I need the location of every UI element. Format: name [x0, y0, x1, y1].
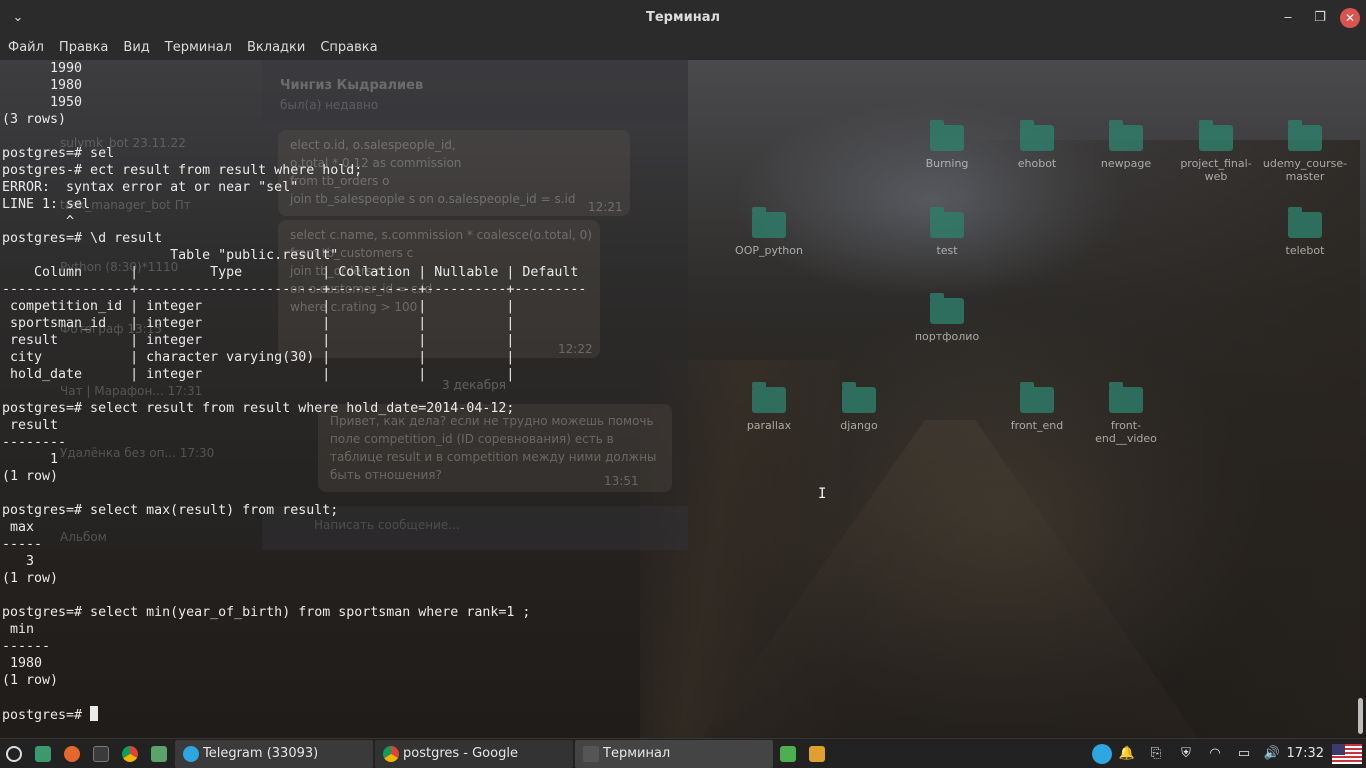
- terminal-line: ----------------+-----------------------…: [2, 282, 587, 297]
- terminal-line: postgres=# select max(result) from resul…: [2, 503, 339, 518]
- terminal-prompt-line[interactable]: postgres=#: [2, 706, 1354, 724]
- terminal-line: 1950: [2, 95, 83, 110]
- terminal-line: city | character varying(30) | | |: [2, 350, 515, 365]
- terminal-line: 3: [2, 554, 35, 569]
- chrome-launcher-icon[interactable]: [122, 746, 138, 762]
- terminal-line: competition_id | integer | | |: [2, 299, 515, 314]
- taskbar: Telegram (33093) postgres - Google Chrom…: [0, 738, 1366, 768]
- terminal-line: (1 row): [2, 571, 59, 586]
- terminal-line: ^: [2, 214, 75, 229]
- minimize-icon[interactable]: ‒: [1278, 8, 1298, 28]
- terminal-line: Column | Type | Collation | Nullable | D…: [2, 265, 579, 280]
- terminal-line: postgres=# sel: [2, 146, 115, 161]
- telegram-icon: [183, 746, 199, 762]
- terminal-line: (1 row): [2, 469, 59, 484]
- wifi-icon[interactable]: ◠: [1205, 744, 1225, 764]
- keyboard-layout-flag-icon[interactable]: [1332, 744, 1362, 764]
- terminal-line: LINE 1: sel: [2, 197, 91, 212]
- terminal-line: 1980: [2, 656, 43, 671]
- terminal-launcher-icon[interactable]: [93, 746, 109, 762]
- taskbar-window-terminal[interactable]: Терминал: [575, 740, 773, 768]
- terminal-line: 1: [2, 452, 59, 467]
- telegram-tray-icon[interactable]: [1092, 744, 1112, 764]
- window-titlebar: ⌄ Терминал ‒ ❐ ✕: [0, 0, 1366, 36]
- terminal-line: Table "public.result": [2, 248, 339, 263]
- terminal-line: (3 rows): [2, 112, 67, 127]
- terminal-line: max: [2, 520, 35, 535]
- terminal-line: postgres=# select min(year_of_birth) fro…: [2, 605, 531, 620]
- terminal-scrollbar[interactable]: [1354, 60, 1366, 738]
- taskbar-window-telegram[interactable]: Telegram (33093): [175, 740, 373, 768]
- terminal-line: ERROR: syntax error at or near "sel": [2, 180, 299, 195]
- terminal-line: result: [2, 418, 59, 433]
- close-icon[interactable]: ✕: [1340, 8, 1360, 28]
- terminal-line: result | integer | | |: [2, 333, 515, 348]
- terminal-line: -----: [2, 537, 43, 552]
- menu-edit[interactable]: Правка: [59, 36, 115, 60]
- shield-icon[interactable]: ⛨: [1176, 744, 1196, 764]
- terminal-line: (1 row): [2, 673, 59, 688]
- chrome-icon: [383, 746, 399, 762]
- terminal-line: postgres=# select result from result whe…: [2, 401, 515, 416]
- menu-tabs[interactable]: Вкладки: [247, 36, 312, 60]
- sublime-text-icon[interactable]: [809, 746, 825, 762]
- terminal-line: hold_date | integer | | |: [2, 367, 515, 382]
- terminal-prompt: postgres=#: [2, 708, 91, 723]
- terminal-area[interactable]: 1990 1980 1950 (3 rows) postgres=# sel pos…: [2, 60, 1354, 738]
- files-launcher-icon[interactable]: [151, 746, 167, 762]
- menu-terminal[interactable]: Терминал: [165, 36, 239, 60]
- window-title: Терминал: [645, 10, 720, 25]
- show-desktop-icon[interactable]: [35, 746, 51, 762]
- terminal-line: --------: [2, 435, 67, 450]
- clipboard-icon[interactable]: ⎘: [1146, 744, 1166, 764]
- menu-help[interactable]: Справка: [320, 36, 384, 60]
- battery-icon[interactable]: ▭: [1234, 744, 1254, 764]
- terminal-line: sportsman_id | integer | | |: [2, 316, 515, 331]
- terminal-line: ------: [2, 639, 51, 654]
- menu-bar: Файл Правка Вид Терминал Вкладки Справка: [0, 36, 1366, 60]
- volume-icon[interactable]: 🔊: [1262, 744, 1282, 764]
- tray-app-green-icon[interactable]: [780, 746, 796, 762]
- text-select-cursor-icon: I: [818, 486, 826, 502]
- scrollbar-thumb[interactable]: [1358, 698, 1363, 734]
- firefox-icon[interactable]: [64, 746, 80, 762]
- terminal-line: postgres=# \d result: [2, 231, 163, 246]
- menu-view[interactable]: Вид: [123, 36, 156, 60]
- text-cursor: [90, 706, 99, 721]
- bell-icon[interactable]: 🔔: [1118, 744, 1136, 764]
- menu-file[interactable]: Файл: [8, 36, 51, 60]
- taskbar-clock[interactable]: 17:32: [1287, 746, 1324, 761]
- taskbar-window-chrome[interactable]: postgres - Google Chrome: [375, 740, 573, 768]
- terminal-output: 1990 1980 1950 (3 rows) postgres=# sel pos…: [2, 60, 1354, 706]
- terminal-line: min: [2, 622, 35, 637]
- maximize-icon[interactable]: ❐: [1310, 8, 1330, 28]
- app-menu-icon[interactable]: [6, 746, 22, 762]
- terminal-line: 1990: [2, 61, 83, 76]
- terminal-icon: [583, 746, 599, 762]
- terminal-line: postgres-# ect result from result where …: [2, 163, 363, 178]
- terminal-line: 1980: [2, 78, 83, 93]
